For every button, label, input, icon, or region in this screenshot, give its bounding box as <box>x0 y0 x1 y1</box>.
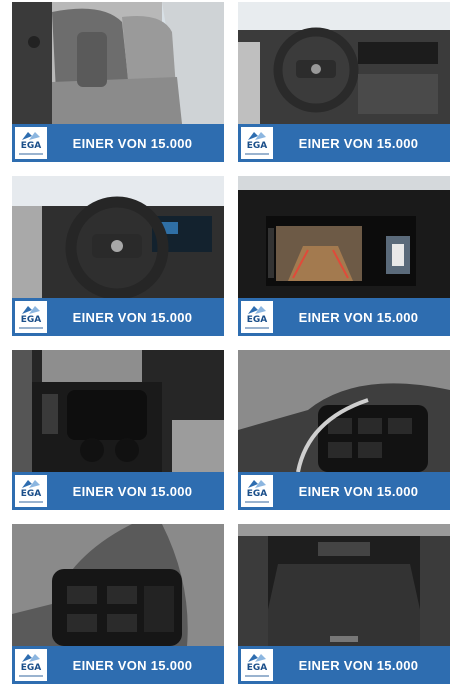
gallery-tile-3[interactable]: EGA EINER VON 15.000 <box>12 176 224 336</box>
photo-center-console <box>12 350 224 472</box>
ega-logo: EGA <box>241 301 273 333</box>
ega-logo: EGA <box>241 127 273 159</box>
photo-steering-wheel-dashboard <box>238 2 450 124</box>
banner: EGA EINER VON 15.000 <box>12 472 224 510</box>
gallery-tile-6[interactable]: EGA EINER VON 15.000 <box>238 350 450 510</box>
banner-label: EINER VON 15.000 <box>298 135 419 151</box>
ega-logo: EGA <box>241 649 273 681</box>
gallery-tile-1[interactable]: EGA EINER VON 15.000 <box>12 2 224 162</box>
banner: EGA EINER VON 15.000 <box>238 646 450 684</box>
banner: EGA EINER VON 15.000 <box>12 124 224 162</box>
banner-label: EINER VON 15.000 <box>72 483 193 499</box>
banner: EGA EINER VON 15.000 <box>238 124 450 162</box>
banner: EGA EINER VON 15.000 <box>238 298 450 336</box>
gallery-tile-5[interactable]: EGA EINER VON 15.000 <box>12 350 224 510</box>
ega-logo: EGA <box>15 649 47 681</box>
banner-label: EINER VON 15.000 <box>298 309 419 325</box>
banner: EGA EINER VON 15.000 <box>12 298 224 336</box>
photo-steering-buttons-right <box>238 350 450 472</box>
photo-trunk <box>238 524 450 646</box>
photo-rear-seat <box>12 2 224 124</box>
gallery-tile-2[interactable]: EGA EINER VON 15.000 <box>238 2 450 162</box>
gallery-tile-8[interactable]: EGA EINER VON 15.000 <box>238 524 450 684</box>
gallery-tile-7[interactable]: EGA EINER VON 15.000 <box>12 524 224 684</box>
gallery-tile-4[interactable]: EGA EINER VON 15.000 <box>238 176 450 336</box>
banner-label: EINER VON 15.000 <box>72 657 193 673</box>
photo-steering-buttons-left <box>12 524 224 646</box>
photo-instrument-cluster <box>12 176 224 298</box>
banner-label: EINER VON 15.000 <box>298 657 419 673</box>
banner: EGA EINER VON 15.000 <box>238 472 450 510</box>
ega-logo: EGA <box>15 475 47 507</box>
photo-gallery: EGA EINER VON 15.000 EGA EINER VON 15.00… <box>0 0 452 684</box>
ega-logo: EGA <box>241 475 273 507</box>
banner: EGA EINER VON 15.000 <box>12 646 224 684</box>
ega-logo: EGA <box>15 127 47 159</box>
ega-logo: EGA <box>15 301 47 333</box>
banner-label: EINER VON 15.000 <box>72 309 193 325</box>
banner-label: EINER VON 15.000 <box>72 135 193 151</box>
photo-rear-camera-display <box>238 176 450 298</box>
banner-label: EINER VON 15.000 <box>298 483 419 499</box>
